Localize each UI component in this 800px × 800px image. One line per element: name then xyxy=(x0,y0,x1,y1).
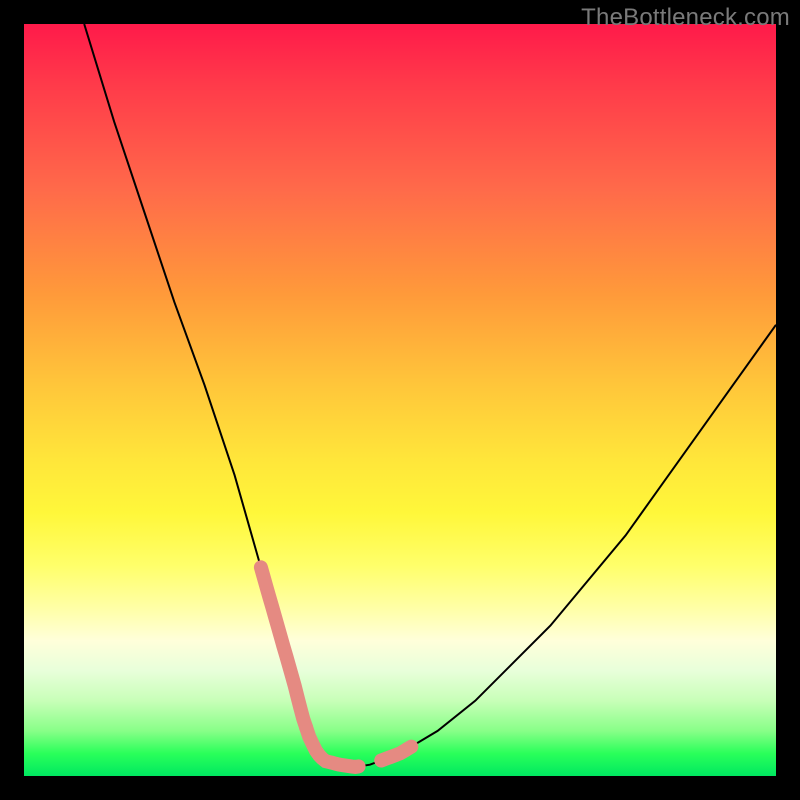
highlight-right-ascent xyxy=(381,747,411,761)
main-curve-line xyxy=(84,24,776,767)
highlight-flat-bottom xyxy=(306,727,359,767)
highlight-left-descent xyxy=(261,567,306,727)
chart-plot-area xyxy=(24,24,776,776)
attribution-text: TheBottleneck.com xyxy=(581,4,790,32)
chart-svg xyxy=(24,24,776,776)
